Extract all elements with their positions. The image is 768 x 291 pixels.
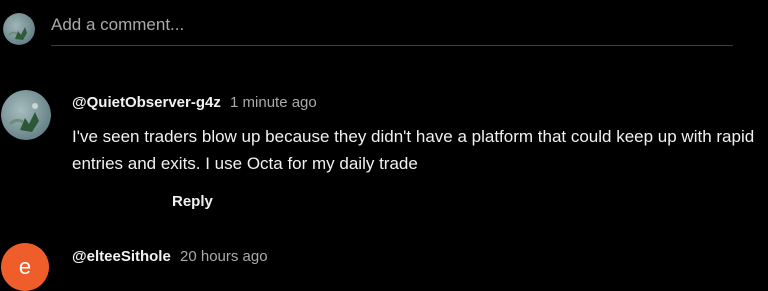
- comment-timestamp[interactable]: 1 minute ago: [230, 94, 317, 111]
- comment-item: e @elteeSithole 20 hours ago: [0, 240, 768, 291]
- comment-header: @elteeSithole 20 hours ago: [72, 248, 268, 265]
- comment-item: @QuietObserver-g4z 1 minute ago I've see…: [0, 88, 768, 218]
- comment-author[interactable]: @QuietObserver-g4z: [72, 94, 221, 111]
- reply-button[interactable]: Reply: [172, 193, 213, 210]
- comment-author[interactable]: @elteeSithole: [72, 248, 171, 265]
- comment-header: @QuietObserver-g4z 1 minute ago: [72, 94, 317, 111]
- add-comment-section: Add a comment...: [0, 0, 768, 56]
- comment-text: I've seen traders blow up because they d…: [72, 127, 755, 173]
- avatar[interactable]: e: [1, 243, 49, 291]
- avatar[interactable]: [3, 13, 35, 45]
- input-underline: [51, 45, 733, 46]
- avatar-image: [3, 13, 35, 45]
- add-comment-input[interactable]: Add a comment...: [51, 15, 184, 35]
- avatar-image: [1, 90, 51, 140]
- avatar[interactable]: [1, 90, 51, 140]
- comment-timestamp[interactable]: 20 hours ago: [180, 248, 268, 265]
